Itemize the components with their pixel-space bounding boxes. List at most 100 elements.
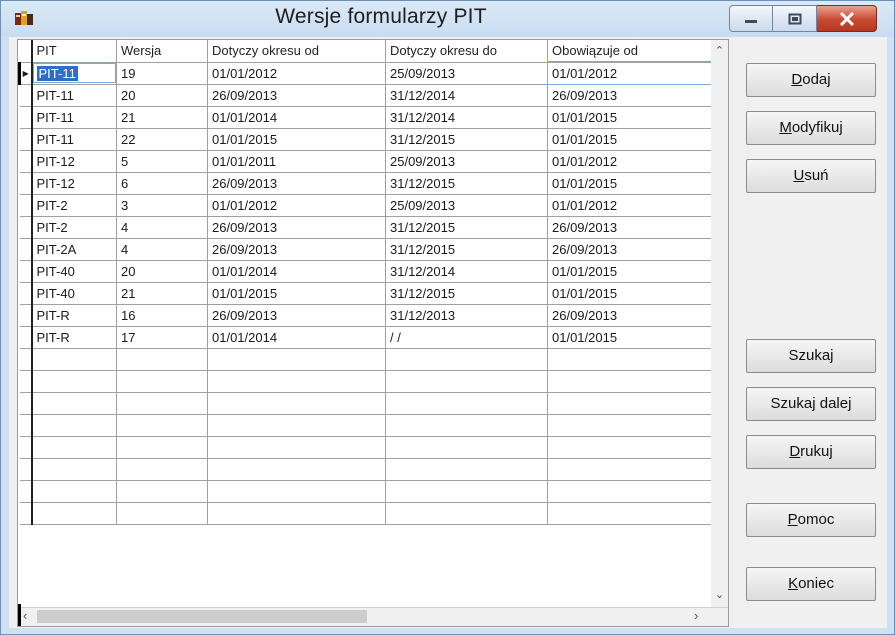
cell-okres-od[interactable]: 26/09/2013 — [207, 84, 386, 107]
cell-wersja[interactable]: 3 — [116, 194, 208, 217]
cell-obowiazuje-od[interactable]: 26/09/2013 — [547, 238, 720, 261]
cell-pit[interactable]: PIT-40 — [31, 282, 117, 305]
cell-obowiazuje-od[interactable]: 26/09/2013 — [547, 216, 720, 239]
versions-grid[interactable]: PIT Wersja Dotyczy okresu od Dotyczy okr… — [17, 39, 729, 627]
table-row[interactable]: PIT-40 20 01/01/2014 31/12/2014 01/01/2015 — [19, 260, 720, 283]
table-row[interactable]: PIT-R 16 26/09/2013 31/12/2013 26/09/2013 — [19, 304, 720, 327]
cell-pit[interactable]: PIT-2 — [31, 194, 117, 217]
cell-wersja[interactable]: 20 — [116, 260, 208, 283]
column-header-obowiazuje-od[interactable]: Obowiązuje od — [547, 40, 720, 63]
cell-okres-do[interactable]: / / — [385, 326, 548, 349]
cell-okres-do[interactable]: 31/12/2015 — [385, 216, 548, 239]
table-row[interactable]: PIT-11 21 01/01/2014 31/12/2014 01/01/2015 — [19, 106, 720, 129]
cell-okres-od[interactable]: 01/01/2014 — [207, 106, 386, 129]
cell-pit[interactable]: PIT-11 — [31, 128, 117, 151]
cell-wersja[interactable]: 21 — [116, 282, 208, 305]
horizontal-scrollbar[interactable]: ‹ › — [18, 604, 728, 626]
cell-pit[interactable]: PIT-11 — [31, 106, 117, 129]
table-row[interactable]: PIT-12 5 01/01/2011 25/09/2013 01/01/2012 — [19, 150, 720, 173]
cell-wersja[interactable]: 6 — [116, 172, 208, 195]
cell-okres-od[interactable]: 01/01/2014 — [207, 260, 386, 283]
cell-wersja[interactable]: 21 — [116, 106, 208, 129]
cell-okres-od[interactable]: 01/01/2011 — [207, 150, 386, 173]
cell-wersja[interactable]: 22 — [116, 128, 208, 151]
cell-obowiazuje-od[interactable]: 01/01/2012 — [547, 150, 720, 173]
scroll-up-icon[interactable]: ⌃ — [711, 44, 728, 57]
table-row[interactable]: PIT-11 20 26/09/2013 31/12/2014 26/09/2013 — [19, 84, 720, 107]
cell-okres-do[interactable]: 31/12/2015 — [385, 238, 548, 261]
dodaj-button[interactable]: Dodaj — [746, 63, 876, 97]
cell-pit[interactable]: PIT-12 — [31, 150, 117, 173]
table-row[interactable]: PIT-2 4 26/09/2013 31/12/2015 26/09/2013 — [19, 216, 720, 239]
cell-obowiazuje-od[interactable]: 01/01/2015 — [547, 282, 720, 305]
cell-wersja[interactable]: 19 — [116, 62, 208, 85]
minimize-button[interactable] — [729, 5, 773, 32]
cell-wersja[interactable]: 5 — [116, 150, 208, 173]
column-header-okres-do[interactable]: Dotyczy okresu do — [385, 40, 548, 63]
cell-okres-do[interactable]: 25/09/2013 — [385, 62, 548, 85]
column-header-okres-od[interactable]: Dotyczy okresu od — [207, 40, 386, 63]
szukaj-dalej-button[interactable]: Szukaj dalej — [746, 387, 876, 421]
cell-okres-od[interactable]: 26/09/2013 — [207, 172, 386, 195]
cell-obowiazuje-od[interactable]: 01/01/2015 — [547, 172, 720, 195]
horizontal-scroll-thumb[interactable] — [37, 610, 367, 623]
cell-obowiazuje-od[interactable]: 01/01/2015 — [547, 260, 720, 283]
cell-wersja[interactable]: 4 — [116, 216, 208, 239]
cell-obowiazuje-od[interactable]: 26/09/2013 — [547, 84, 720, 107]
cell-wersja[interactable]: 17 — [116, 326, 208, 349]
cell-okres-od[interactable]: 01/01/2012 — [207, 62, 386, 85]
scroll-right-icon[interactable]: › — [694, 608, 698, 623]
table-row[interactable]: PIT-11 22 01/01/2015 31/12/2015 01/01/2015 — [19, 128, 720, 151]
cell-obowiazuje-od[interactable]: 26/09/2013 — [547, 304, 720, 327]
cell-wersja[interactable]: 4 — [116, 238, 208, 261]
vertical-scrollbar[interactable]: ⌃ ⌄ — [711, 40, 728, 610]
cell-okres-od[interactable]: 26/09/2013 — [207, 238, 386, 261]
cell-obowiazuje-od[interactable]: 01/01/2012 — [546, 61, 721, 85]
usun-button[interactable]: Usuń — [746, 159, 876, 193]
cell-pit[interactable]: PIT-R — [31, 326, 117, 349]
cell-pit[interactable]: PIT-2 — [31, 216, 117, 239]
cell-okres-od[interactable]: 01/01/2015 — [207, 128, 386, 151]
column-header-pit[interactable]: PIT — [31, 40, 117, 63]
cell-okres-od[interactable]: 01/01/2014 — [207, 326, 386, 349]
cell-pit[interactable]: PIT-12 — [31, 172, 117, 195]
cell-obowiazuje-od[interactable]: 01/01/2015 — [547, 128, 720, 151]
cell-okres-do[interactable]: 25/09/2013 — [385, 194, 548, 217]
cell-okres-od[interactable]: 01/01/2012 — [207, 194, 386, 217]
cell-okres-od[interactable]: 26/09/2013 — [207, 216, 386, 239]
maximize-button[interactable] — [773, 5, 817, 32]
cell-obowiazuje-od[interactable]: 01/01/2012 — [547, 194, 720, 217]
cell-obowiazuje-od[interactable]: 01/01/2015 — [547, 326, 720, 349]
table-row[interactable]: PIT-2 3 01/01/2012 25/09/2013 01/01/2012 — [19, 194, 720, 217]
cell-pit[interactable]: PIT-11 — [31, 84, 117, 107]
cell-okres-do[interactable]: 31/12/2015 — [385, 172, 548, 195]
table-row[interactable]: PIT-R 17 01/01/2014/ /01/01/2015 — [19, 326, 720, 349]
table-row[interactable]: PIT-2A 4 26/09/2013 31/12/2015 26/09/2013 — [19, 238, 720, 261]
scroll-left-icon[interactable]: ‹ — [23, 608, 27, 623]
cell-pit[interactable]: PIT-11 — [31, 62, 117, 85]
cell-okres-do[interactable]: 31/12/2015 — [385, 282, 548, 305]
cell-wersja[interactable]: 16 — [116, 304, 208, 327]
cell-okres-od[interactable]: 01/01/2015 — [207, 282, 386, 305]
table-row[interactable]: PIT-40 21 01/01/2015 31/12/2015 01/01/2015 — [19, 282, 720, 305]
table-row[interactable]: PIT-12 6 26/09/2013 31/12/2015 01/01/2015 — [19, 172, 720, 195]
cell-okres-do[interactable]: 25/09/2013 — [385, 150, 548, 173]
cell-okres-do[interactable]: 31/12/2013 — [385, 304, 548, 327]
cell-pit[interactable]: PIT-R — [31, 304, 117, 327]
cell-wersja[interactable]: 20 — [116, 84, 208, 107]
column-header-wersja[interactable]: Wersja — [116, 40, 208, 63]
drukuj-button[interactable]: Drukuj — [746, 435, 876, 469]
title-bar[interactable]: Wersje formularzy PIT — [1, 1, 894, 37]
pomoc-button[interactable]: Pomoc — [746, 503, 876, 537]
cell-pit[interactable]: PIT-40 — [31, 260, 117, 283]
cell-okres-do[interactable]: 31/12/2014 — [385, 84, 548, 107]
modyfikuj-button[interactable]: Modyfikuj — [746, 111, 876, 145]
koniec-button[interactable]: Koniec — [746, 567, 876, 601]
cell-okres-do[interactable]: 31/12/2014 — [385, 260, 548, 283]
cell-okres-do[interactable]: 31/12/2014 — [385, 106, 548, 129]
cell-okres-do[interactable]: 31/12/2015 — [385, 128, 548, 151]
cell-okres-od[interactable]: 26/09/2013 — [207, 304, 386, 327]
close-button[interactable] — [817, 5, 877, 32]
scroll-down-icon[interactable]: ⌄ — [711, 588, 728, 601]
szukaj-button[interactable]: Szukaj — [746, 339, 876, 373]
